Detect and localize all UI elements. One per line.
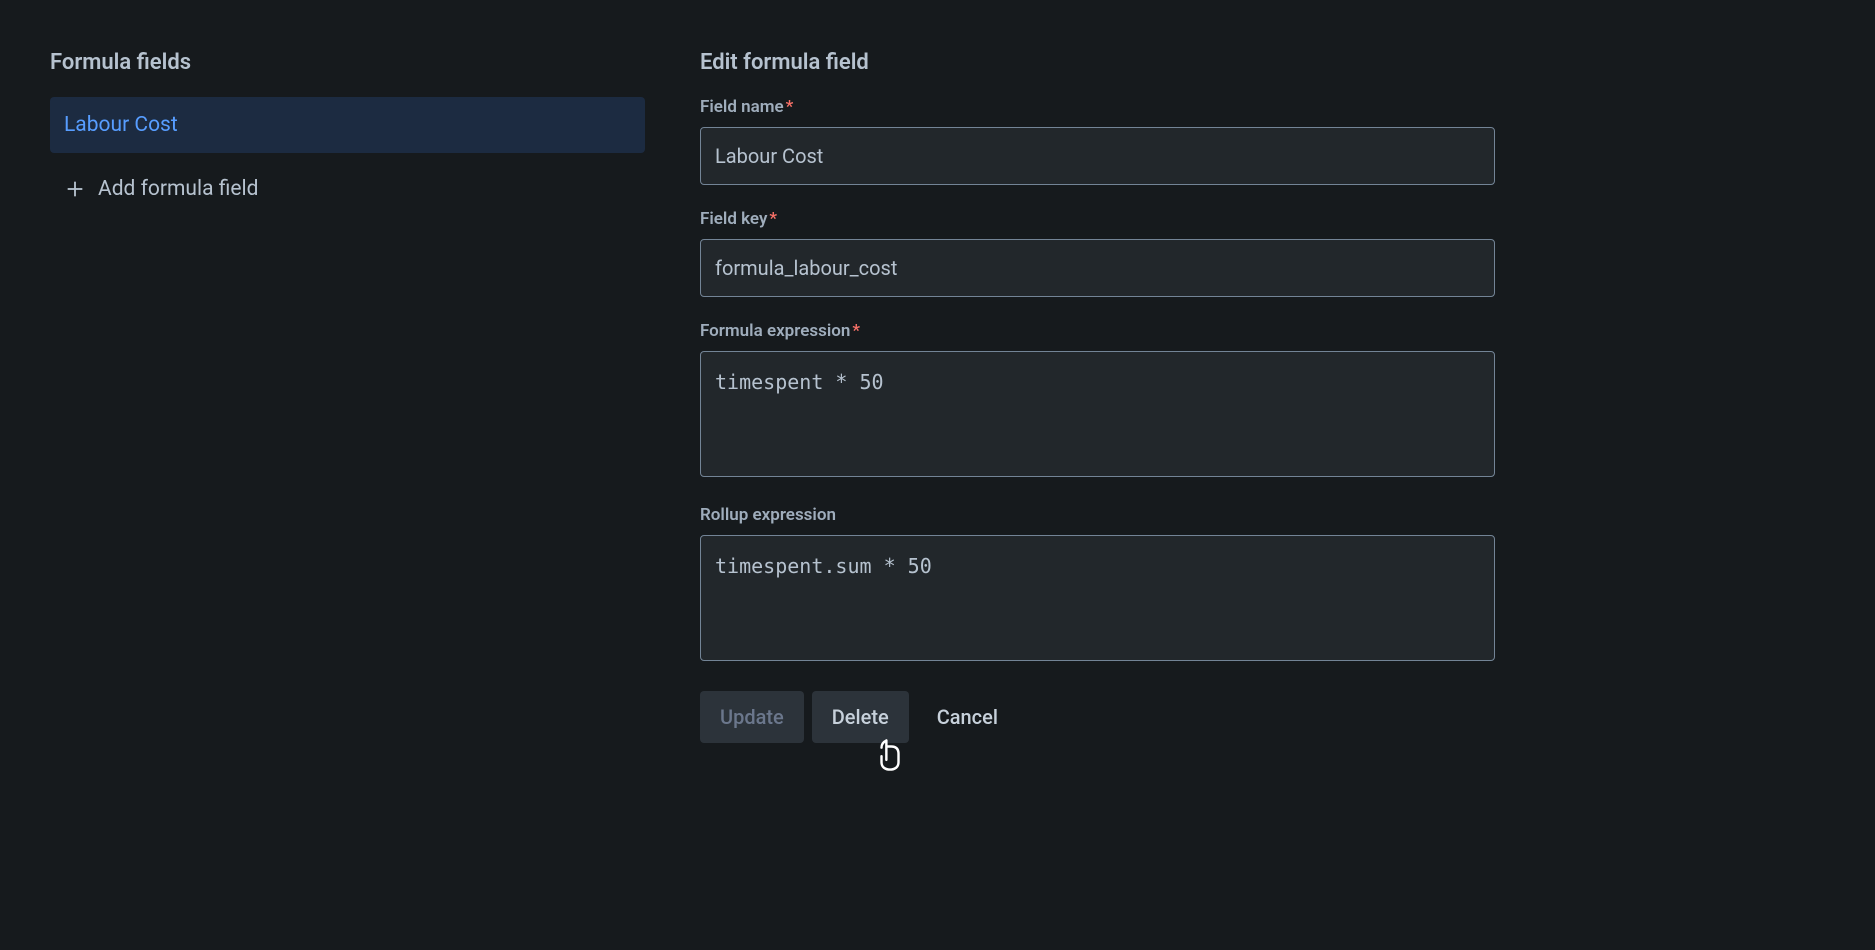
formula-expression-input[interactable] (700, 351, 1495, 477)
cursor-pointer-icon (875, 738, 905, 776)
field-key-input[interactable] (700, 239, 1495, 297)
action-button-row: Update Delete Cancel (700, 691, 1495, 743)
rollup-expression-label: Rollup expression (700, 505, 1495, 525)
delete-button[interactable]: Delete (812, 691, 909, 743)
rollup-expression-input[interactable] (700, 535, 1495, 661)
plus-icon (64, 178, 86, 200)
add-formula-field-label: Add formula field (98, 177, 258, 201)
formula-fields-panel: Formula fields Labour Cost Add formula f… (50, 50, 645, 743)
field-key-label: Field key* (700, 209, 1495, 229)
add-formula-field-button[interactable]: Add formula field (50, 161, 645, 217)
required-indicator: * (852, 321, 860, 341)
edit-formula-field-panel: Edit formula field Field name* Field key… (700, 50, 1495, 743)
field-name-label: Field name* (700, 97, 1495, 117)
required-indicator: * (786, 97, 794, 117)
formula-fields-title: Formula fields (50, 50, 645, 75)
cancel-button[interactable]: Cancel (917, 691, 1018, 743)
field-name-input[interactable] (700, 127, 1495, 185)
formula-expression-label: Formula expression* (700, 321, 1495, 341)
required-indicator: * (769, 209, 777, 229)
edit-formula-field-title: Edit formula field (700, 50, 1495, 75)
formula-field-item[interactable]: Labour Cost (50, 97, 645, 153)
update-button[interactable]: Update (700, 691, 804, 743)
